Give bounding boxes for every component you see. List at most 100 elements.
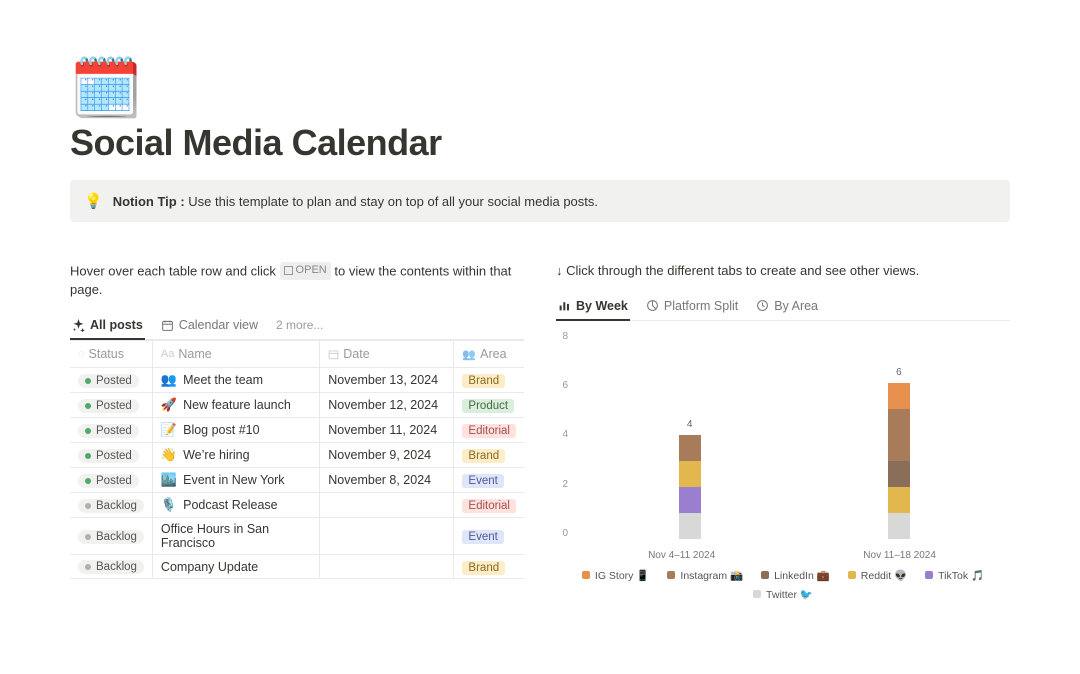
table-row[interactable]: Posted👥Meet the teamNovember 13, 2024Bra… — [70, 368, 524, 393]
clock-icon — [756, 299, 769, 312]
open-chip-label: OPEN — [296, 263, 327, 279]
th-name-label: Name — [178, 347, 211, 361]
cell-area: Brand — [454, 555, 524, 579]
row-emoji-icon: 🏙️ — [161, 472, 177, 488]
table-row[interactable]: Posted👋We’re hiringNovember 9, 2024Brand — [70, 443, 524, 468]
tab-by-week-label: By Week — [576, 299, 628, 313]
bar-group: 6 — [888, 383, 910, 539]
row-date: November 8, 2024 — [328, 473, 431, 487]
status-dot-icon — [85, 378, 91, 384]
right-hint: ↓ Click through the different tabs to cr… — [556, 262, 1010, 281]
th-date[interactable]: Date — [320, 341, 454, 368]
row-emoji-icon: 📝 — [161, 422, 177, 438]
table-row[interactable]: Backlog🎙️Podcast ReleaseEditorial — [70, 493, 524, 518]
th-status[interactable]: ◌Status — [70, 341, 152, 368]
legend-label: LinkedIn 💼 — [774, 569, 830, 582]
tab-platform-split-label: Platform Split — [664, 299, 738, 313]
row-name: New feature launch — [183, 398, 291, 412]
bar-segment — [679, 513, 701, 539]
status-tag: Posted — [78, 374, 139, 388]
area-col-icon: 👥 — [462, 348, 476, 361]
status-label: Backlog — [96, 500, 137, 512]
cell-date — [320, 518, 454, 555]
table-row[interactable]: BacklogCompany UpdateBrand — [70, 555, 524, 579]
cell-status: Posted — [70, 468, 152, 493]
cell-name: 🏙️Event in New York — [152, 468, 319, 493]
cell-status: Posted — [70, 393, 152, 418]
th-name[interactable]: Aa Name — [152, 341, 319, 368]
x-tick: Nov 11–18 2024 — [863, 550, 936, 561]
cell-name: 📝 Blog post #10 — [152, 418, 319, 443]
row-emoji-icon: 🚀 — [161, 397, 177, 413]
tab-calendar-view[interactable]: Calendar view — [159, 312, 260, 340]
tab-platform-split[interactable]: Platform Split — [644, 293, 740, 321]
status-dot-icon — [85, 503, 91, 509]
cell-area: Editorial — [454, 418, 524, 443]
open-chip: OPEN — [280, 262, 331, 280]
tab-by-area-label: By Area — [774, 299, 818, 313]
row-emoji-icon: 👋 — [161, 447, 177, 463]
cell-area: Editorial — [454, 493, 524, 518]
left-hint-pre: Hover over each table row and click — [70, 263, 280, 278]
bar-segment — [679, 487, 701, 513]
th-area[interactable]: 👥Area — [454, 341, 524, 368]
status-dot-icon — [85, 564, 91, 570]
tip-body: Use this template to plan and stay on to… — [188, 194, 598, 209]
bar-segment — [888, 383, 910, 409]
status-label: Posted — [96, 425, 132, 437]
area-tag: Event — [462, 530, 503, 544]
cell-date — [320, 493, 454, 518]
area-tag: Product — [462, 399, 514, 413]
page-title: Social Media Calendar — [70, 122, 1010, 164]
posts-table: ◌Status Aa Name Date 👥Area Posted👥Meet th… — [70, 340, 524, 579]
tab-by-area[interactable]: By Area — [754, 293, 820, 321]
name-col-icon: Aa — [161, 348, 174, 360]
y-tick: 2 — [556, 479, 568, 490]
area-tag: Brand — [462, 374, 505, 388]
status-tag: Posted — [78, 399, 139, 413]
page-icon: 🗓️ — [70, 60, 1010, 118]
tab-by-week[interactable]: By Week — [556, 293, 630, 321]
tip-label: Notion Tip : — [113, 194, 185, 209]
tip-callout: 💡 Notion Tip : Use this template to plan… — [70, 180, 1010, 222]
cell-status: Backlog — [70, 555, 152, 579]
legend-item: Twitter 🐦 — [753, 588, 813, 601]
tab-more[interactable]: 2 more... — [274, 312, 325, 340]
lightbulb-icon: 💡 — [84, 192, 103, 210]
table-row[interactable]: Posted 🏙️Event in New York November 8, 202… — [70, 468, 524, 493]
open-chip-icon — [284, 266, 293, 275]
table-row[interactable]: BacklogOffice Hours in San FranciscoEven… — [70, 518, 524, 555]
bar-segment — [679, 435, 701, 461]
legend-swatch-icon — [761, 571, 769, 579]
bar-segment — [888, 461, 910, 487]
pie-icon — [646, 299, 659, 312]
cell-area: Event — [454, 518, 524, 555]
legend-swatch-icon — [925, 571, 933, 579]
bar-total-label: 6 — [888, 367, 910, 378]
tab-all-posts[interactable]: All posts — [70, 312, 145, 340]
status-dot-icon — [85, 453, 91, 459]
status-tag: Backlog — [78, 530, 144, 544]
status-tag: Posted — [78, 474, 139, 488]
row-name: Blog post #10 — [183, 423, 259, 437]
status-dot-icon — [85, 534, 91, 540]
th-date-label: Date — [343, 347, 369, 361]
chart-plot: 46 — [574, 331, 1010, 539]
row-name: We’re hiring — [183, 448, 249, 462]
status-tag: Posted — [78, 424, 139, 438]
bar-group: 4 — [679, 435, 701, 539]
chart: 86420 46 Nov 4–11 2024Nov 11–18 2024 — [556, 331, 1010, 561]
status-label: Posted — [96, 450, 132, 462]
cell-date: November 8, 2024 — [320, 468, 454, 493]
left-hint: Hover over each table row and click OPEN… — [70, 262, 524, 300]
table-row[interactable]: Posted🚀New feature launchNovember 12, 20… — [70, 393, 524, 418]
legend-label: Instagram 📸 — [680, 569, 743, 582]
sparkle-icon — [72, 319, 85, 332]
callout-text: Notion Tip : Use this template to plan a… — [113, 194, 598, 209]
cell-name: 👋 We’re hiring — [152, 443, 319, 468]
row-emoji-icon: 🎙️ — [161, 497, 177, 513]
status-label: Posted — [96, 475, 132, 487]
status-tag: Backlog — [78, 560, 144, 574]
table-row[interactable]: Posted📝Blog post #10November 11, 2024Edi… — [70, 418, 524, 443]
status-tag: Backlog — [78, 499, 144, 513]
